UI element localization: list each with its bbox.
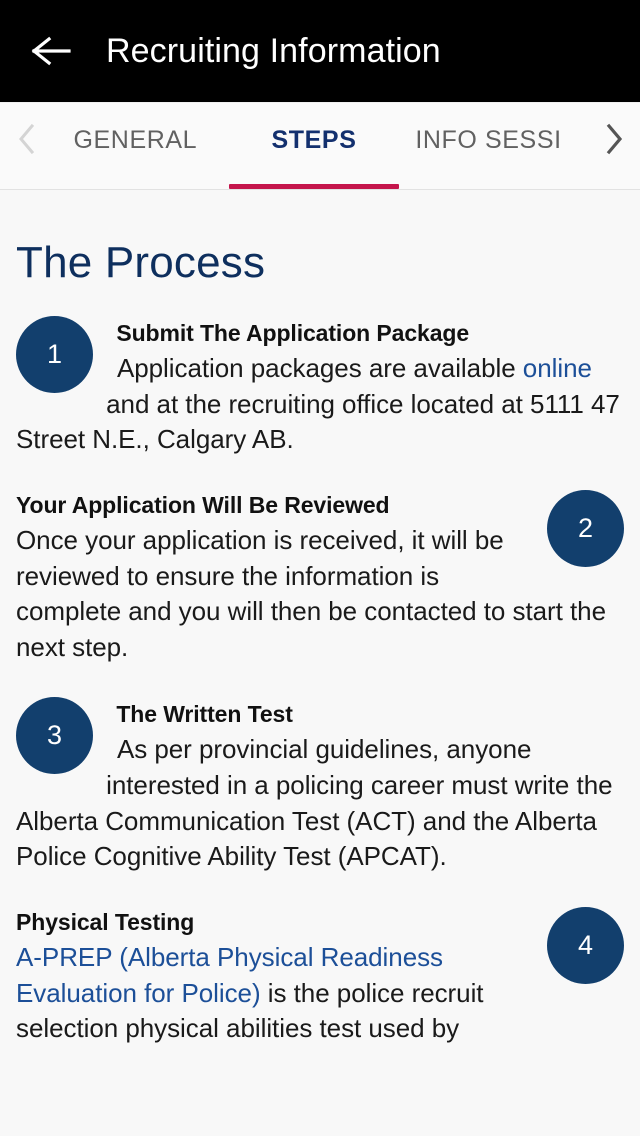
tab-scroll-next-button[interactable]: [594, 102, 640, 189]
step-title: Your Application Will Be Reviewed: [16, 491, 390, 518]
tab-steps[interactable]: STEPS: [225, 102, 404, 189]
tab-bar: GENERAL STEPS INFO SESSI: [0, 102, 640, 190]
step-body: A-PREP (Alberta Physical Readiness Evalu…: [16, 940, 624, 1047]
process-step: 4 Physical Testing A-PREP (Alberta Physi…: [16, 906, 624, 1047]
step-body-text-before-link: Application packages are available: [116, 353, 523, 384]
step-title: Physical Testing: [16, 908, 195, 935]
tab-scroll-prev-button[interactable]: [0, 102, 46, 189]
process-step: 2 Your Application Will Be Reviewed Once…: [16, 489, 624, 665]
step-number-badge: 2: [547, 489, 624, 567]
process-step: 1 Submit The Application Package Applica…: [16, 316, 624, 458]
step-body: As per provincial guidelines, anyone int…: [16, 732, 624, 874]
step-body: Once your application is received, it wi…: [16, 523, 624, 665]
step-body-text: As per provincial guidelines, anyone int…: [16, 734, 613, 872]
chevron-left-icon: [17, 123, 37, 160]
step-body: Application packages are available onlin…: [16, 351, 624, 458]
step-title: The Written Test: [116, 701, 293, 728]
process-step: 3 The Written Test As per provincial gui…: [16, 697, 624, 874]
tab-steps-label: STEPS: [271, 126, 357, 154]
online-link[interactable]: online: [523, 353, 592, 383]
tab-general-underline: [50, 184, 220, 189]
step-number-badge: 1: [16, 316, 93, 393]
back-button[interactable]: [26, 26, 76, 76]
tab-info-sessions[interactable]: INFO SESSI: [403, 102, 594, 189]
tab-steps-underline: [229, 184, 399, 189]
tab-info-sessions-underline: [414, 184, 584, 189]
content-scroll-area[interactable]: The Process 1 Submit The Application Pac…: [0, 190, 640, 1135]
tab-info-sessions-label: INFO SESSI: [415, 126, 562, 154]
step-title: Submit The Application Package: [116, 320, 470, 346]
step-number-badge: 3: [16, 697, 93, 775]
tab-general-label: GENERAL: [73, 126, 198, 154]
step-body-text-after-link: and at the recruiting office located at …: [16, 388, 620, 455]
section-heading: The Process: [16, 238, 266, 287]
tab-general[interactable]: GENERAL: [46, 102, 225, 189]
app-screen: Recruiting Information GENERAL STEPS INF…: [0, 0, 640, 1136]
tabs-strip: GENERAL STEPS INFO SESSI: [46, 102, 594, 189]
page-title: Recruiting Information: [106, 31, 441, 70]
step-number-badge: 4: [547, 906, 624, 984]
app-bar: Recruiting Information: [0, 0, 640, 102]
arrow-left-icon: [31, 36, 71, 66]
chevron-right-icon: [604, 123, 624, 160]
step-body-text: Once your application is received, it wi…: [16, 524, 606, 662]
